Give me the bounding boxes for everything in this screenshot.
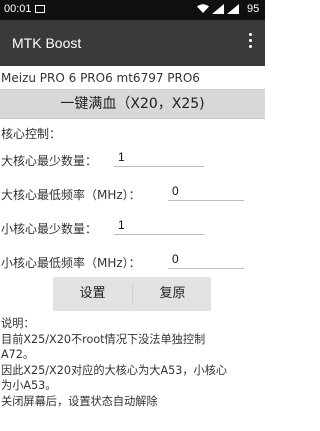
overflow-menu-icon[interactable] (247, 33, 253, 53)
notes-line: 目前X25/X20不root情况下没法单独控制 (1, 332, 206, 346)
big-core-min-freq-field[interactable]: 0 (168, 183, 244, 201)
big-core-min-freq-label: 大核心最低频率（MHz）： (1, 188, 141, 202)
image-notification-icon (35, 5, 45, 13)
set-button[interactable]: 设置 (53, 277, 132, 311)
action-button-group: 设置 复原 (53, 277, 211, 311)
big-core-min-count-field[interactable]: 1 (114, 149, 204, 167)
little-core-min-freq-field[interactable]: 0 (168, 251, 244, 269)
notes-title: 说明： (1, 317, 35, 330)
section-label: 核心控制： (1, 127, 62, 141)
little-core-min-count-field[interactable]: 1 (114, 217, 204, 235)
signal-icon-secondary (227, 4, 239, 14)
big-core-min-count-label: 大核心最少数量： (1, 154, 98, 168)
app-title: MTK Boost (12, 35, 82, 51)
notes-line: 关闭屏幕后，设置状态自动解除 (1, 394, 158, 408)
max-boost-button[interactable]: 一键满血（X20，X25) (0, 89, 265, 119)
status-time: 00:01 (4, 3, 32, 15)
signal-icon (212, 4, 224, 14)
device-info: Meizu PRO 6 PRO6 mt6797 PRO6 (1, 71, 200, 85)
little-core-min-freq-label: 小核心最低频率（MHz）： (1, 256, 141, 270)
wifi-icon (197, 4, 209, 13)
battery-level: 95 (247, 3, 260, 15)
app-bar: MTK Boost (0, 20, 265, 66)
notes-line: A72。 (1, 348, 35, 362)
little-core-min-count-label: 小核心最少数量： (1, 222, 98, 236)
status-bar: 00:01 95 (0, 0, 265, 20)
notes-line: 因此X25/X20对应的大核心为大A53，小核心 (1, 363, 228, 377)
reset-button[interactable]: 复原 (133, 277, 212, 311)
notes-line: 为小A53。 (1, 379, 57, 393)
notes: 说明： 目前X25/X20不root情况下没法单独控制 A72。 因此X25/X… (1, 316, 263, 410)
